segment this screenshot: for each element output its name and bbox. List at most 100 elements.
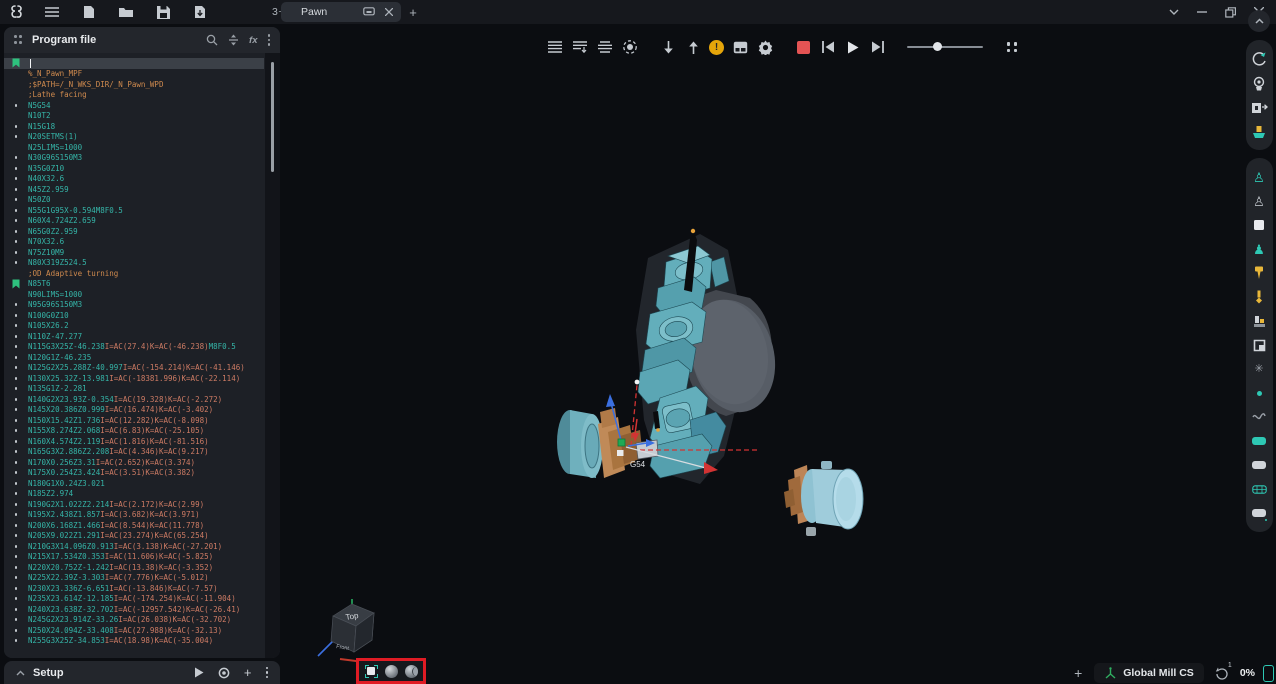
code-line[interactable]: N80X319Z524.5 bbox=[4, 258, 280, 269]
code-scrollbar-track[interactable] bbox=[265, 53, 280, 658]
code-line[interactable]: N10T2 bbox=[4, 111, 280, 122]
function-icon[interactable]: fx bbox=[249, 35, 257, 46]
spindle-head-icon[interactable] bbox=[1248, 71, 1270, 95]
code-editor[interactable]: %_N_Pawn_MPF ;$PATH=/_N_WKS_DIR/_N_Pawn_W… bbox=[4, 53, 280, 658]
tool-shank-icon[interactable] bbox=[1248, 285, 1270, 309]
code-line[interactable]: N165G3X2.886Z2.208I=AC(4.346)K=AC(9.217) bbox=[4, 447, 280, 458]
expand-view-icon[interactable] bbox=[1003, 38, 1021, 56]
workpiece-solid-icon[interactable]: ♟ bbox=[1248, 237, 1270, 261]
add-cs-button[interactable]: + bbox=[1070, 665, 1086, 681]
tab-close-icon[interactable] bbox=[385, 8, 393, 16]
slider-thumb[interactable] bbox=[933, 42, 942, 51]
code-line[interactable]: N185Z2.974 bbox=[4, 489, 280, 500]
stock-icon[interactable] bbox=[1248, 213, 1270, 237]
code-line[interactable]: N245G2X23.914Z-33.26I=AC(26.038)K=AC(-32… bbox=[4, 615, 280, 626]
code-line[interactable]: N85T6 bbox=[4, 279, 280, 290]
code-line[interactable]: N210G3X14.096Z0.913I=AC(3.138)K=AC(-27.2… bbox=[4, 541, 280, 552]
code-line[interactable]: N135G1Z-2.281 bbox=[4, 384, 280, 395]
code-line[interactable] bbox=[4, 58, 264, 69]
setup-menu-icon[interactable] bbox=[265, 666, 268, 679]
code-line[interactable]: N250X24.094Z-33.408I=AC(27.988)K=AC(-32.… bbox=[4, 625, 280, 636]
machine-icon[interactable] bbox=[1248, 95, 1270, 119]
selection-circle-icon[interactable] bbox=[621, 38, 639, 56]
code-line[interactable]: N15G18 bbox=[4, 121, 280, 132]
import-file-icon[interactable] bbox=[189, 3, 211, 21]
window-restore-icon[interactable] bbox=[1225, 6, 1236, 18]
code-line[interactable]: N160X4.574Z2.119I=AC(1.816)K=AC(-81.516) bbox=[4, 436, 280, 447]
collision-icon[interactable]: ✳ bbox=[1248, 357, 1270, 381]
play-button[interactable] bbox=[844, 38, 862, 56]
code-line[interactable]: N225X22.39Z-3.303I=AC(7.776)K=AC(-5.012) bbox=[4, 573, 280, 584]
skip-end-button[interactable] bbox=[869, 38, 887, 56]
report-panel-icon[interactable] bbox=[731, 38, 749, 56]
step-down-icon[interactable] bbox=[659, 38, 677, 56]
tab-pawn[interactable]: Pawn bbox=[281, 2, 401, 22]
shaded-display-icon[interactable] bbox=[384, 664, 398, 678]
viewport-3d[interactable]: G54 Top Front ! + Global Mill CS 1 0% bbox=[280, 24, 1276, 684]
code-line[interactable]: N215X17.534Z0.353I=AC(11.606)K=AC(-5.825… bbox=[4, 552, 280, 563]
simulation-speed-slider[interactable] bbox=[907, 38, 983, 56]
stock-display-icon[interactable] bbox=[364, 664, 378, 678]
main-menu-icon[interactable] bbox=[41, 3, 63, 21]
code-line[interactable]: ;$PATH=/_N_WKS_DIR/_N_Pawn_WPD bbox=[4, 79, 280, 90]
compare-band-icon[interactable] bbox=[1248, 501, 1270, 525]
code-line[interactable]: N110Z-47.277 bbox=[4, 331, 280, 342]
setup-settings-icon[interactable] bbox=[218, 667, 230, 679]
code-line[interactable]: ;Lathe facing bbox=[4, 90, 280, 101]
holder-icon[interactable] bbox=[1248, 309, 1270, 333]
code-line[interactable]: N70X32.6 bbox=[4, 237, 280, 248]
code-line[interactable]: N95G96S150M3 bbox=[4, 300, 280, 311]
code-line[interactable]: N140G2X23.93Z-0.354I=AC(19.328)K=AC(-2.2… bbox=[4, 394, 280, 405]
code-line[interactable]: N90LIMS=1000 bbox=[4, 289, 280, 300]
code-line[interactable]: N30G96S150M3 bbox=[4, 153, 280, 164]
skip-start-button[interactable] bbox=[819, 38, 837, 56]
stock-band-icon[interactable] bbox=[1248, 429, 1270, 453]
window-dropdown-icon[interactable] bbox=[1169, 9, 1179, 15]
goto-line-icon[interactable] bbox=[571, 38, 589, 56]
code-line[interactable]: N180G1X0.24Z3.021 bbox=[4, 478, 280, 489]
line-details-icon[interactable] bbox=[596, 38, 614, 56]
simulation-settings-icon[interactable] bbox=[756, 38, 774, 56]
code-line[interactable]: N175X0.254Z3.424I=AC(3.51)K=AC(3.382) bbox=[4, 468, 280, 479]
code-line[interactable]: N35G0Z10 bbox=[4, 163, 280, 174]
code-line[interactable]: %_N_Pawn_MPF bbox=[4, 69, 280, 80]
search-icon[interactable] bbox=[206, 34, 218, 46]
setup-add-icon[interactable]: + bbox=[244, 665, 252, 680]
code-line[interactable]: N170X0.256Z3.31I=AC(2.652)K=AC(3.374) bbox=[4, 457, 280, 468]
step-up-icon[interactable] bbox=[684, 38, 702, 56]
point-icon[interactable] bbox=[1248, 381, 1270, 405]
code-line[interactable]: N240X23.638Z-32.702I=AC(-12957.542)K=AC(… bbox=[4, 604, 280, 615]
code-line[interactable]: N230X23.336Z-6.651I=AC(-13.846)K=AC(-7.5… bbox=[4, 583, 280, 594]
code-line[interactable]: N190G2X1.022Z2.214I=AC(2.172)K=AC(2.99) bbox=[4, 499, 280, 510]
code-line[interactable]: N65G0Z2.959 bbox=[4, 226, 280, 237]
rotation-count-button[interactable]: 1 bbox=[1212, 662, 1232, 683]
setup-play-icon[interactable] bbox=[194, 667, 204, 678]
code-line[interactable]: N120G1Z-46.235 bbox=[4, 352, 280, 363]
code-line[interactable]: N155X8.274Z2.068I=AC(6.83)K=AC(-25.105) bbox=[4, 426, 280, 437]
tool-icon[interactable] bbox=[1248, 261, 1270, 285]
drag-handle-icon[interactable] bbox=[14, 35, 24, 45]
sync-scroll-icon[interactable] bbox=[228, 34, 239, 46]
panel-menu-icon[interactable] bbox=[267, 34, 270, 46]
stop-button[interactable] bbox=[794, 38, 812, 56]
code-line[interactable]: N150X15.42Z1.736I=AC(12.282)K=AC(-8.098) bbox=[4, 415, 280, 426]
sidebar-collapse-icon[interactable] bbox=[1248, 10, 1270, 32]
code-line[interactable]: N40X32.6 bbox=[4, 174, 280, 185]
code-line[interactable]: N45Z2.959 bbox=[4, 184, 280, 195]
coordinate-system-button[interactable]: Global Mill CS bbox=[1094, 663, 1204, 683]
code-line[interactable]: N75Z10M9 bbox=[4, 247, 280, 258]
code-list-icon[interactable] bbox=[546, 38, 564, 56]
spindle-rotation-icon[interactable] bbox=[1248, 47, 1270, 71]
code-line[interactable]: N130X25.32Z-13.981I=AC(-18381.996)K=AC(-… bbox=[4, 373, 280, 384]
warning-icon[interactable]: ! bbox=[709, 39, 724, 55]
code-line[interactable]: N55G1G95X-0.594M8F0.5 bbox=[4, 205, 280, 216]
code-line[interactable]: N50Z0 bbox=[4, 195, 280, 206]
section-display-icon[interactable] bbox=[404, 664, 418, 678]
new-tab-button[interactable]: + bbox=[404, 3, 422, 21]
code-line[interactable]: N195X2.438Z1.857I=AC(3.682)K=AC(3.971) bbox=[4, 510, 280, 521]
fixture-icon[interactable] bbox=[1248, 333, 1270, 357]
setup-part-icon[interactable] bbox=[1248, 119, 1270, 143]
toolpath-icon[interactable] bbox=[1248, 405, 1270, 429]
code-line[interactable]: N125G2X25.288Z-40.997I=AC(-154.214)K=AC(… bbox=[4, 363, 280, 374]
code-line[interactable]: ;OD Adaptive turning bbox=[4, 268, 280, 279]
